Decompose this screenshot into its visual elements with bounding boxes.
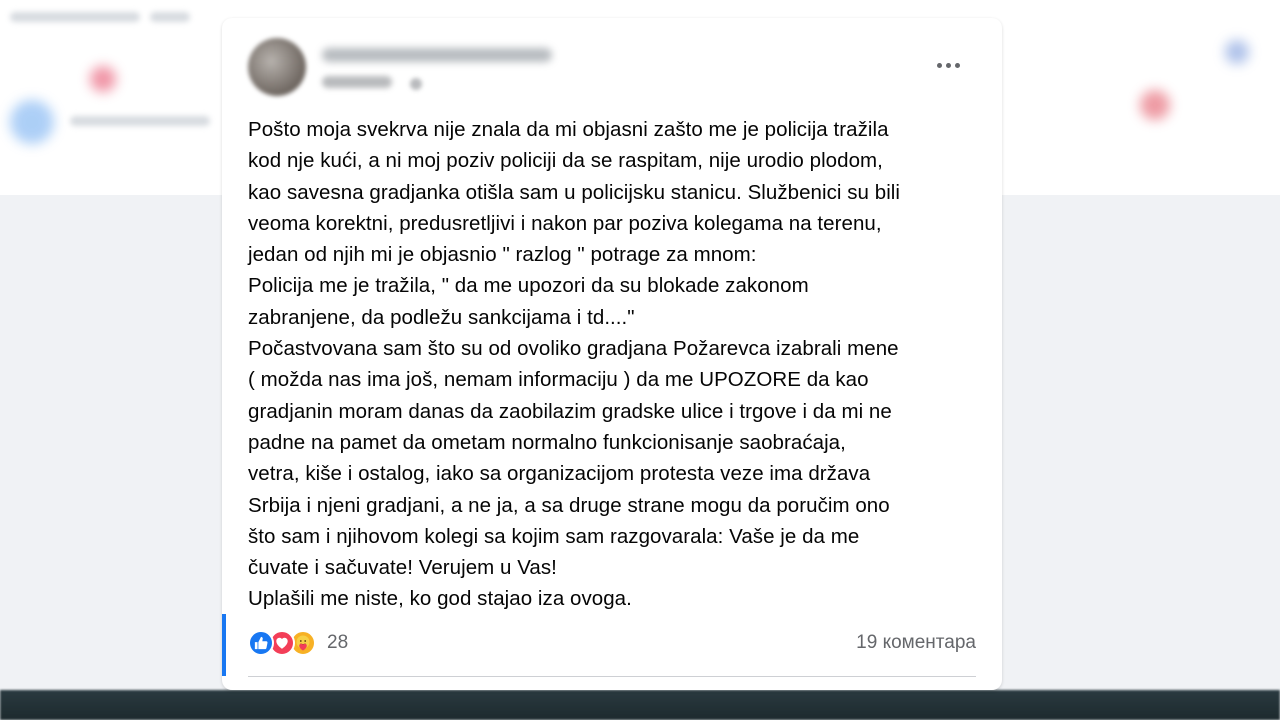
bg-tab-blur	[150, 12, 190, 22]
author-name-blurred[interactable]	[322, 48, 552, 62]
actions-divider	[248, 676, 976, 677]
more-options-icon	[954, 62, 960, 68]
bg-avatar-blur	[10, 100, 54, 144]
post-text-line: jedan od njih mi je objasnio " razlog " …	[248, 243, 757, 267]
post-text-line: Pošto moja svekrva nije znala da mi obja…	[248, 118, 889, 141]
post-text-line: Srbija i njeni gradjani, a ne ja, a sa d…	[248, 493, 890, 517]
post-card: Pošto moja svekrva nije znala da mi obja…	[222, 18, 1002, 690]
bg-text-blur	[70, 116, 210, 126]
post-text-line: kod nje kući, a ni moj poziv policiji da…	[248, 149, 883, 173]
more-options-icon	[936, 62, 942, 68]
privacy-globe-icon	[410, 78, 422, 90]
post-text-line: Počastvovana sam što su od ovoliko gradj…	[248, 337, 899, 361]
post-text-line: kao savesna gradjanka otišla sam u polic…	[248, 180, 901, 204]
post-text-line: Policija me je tražila, " da me upozori …	[248, 274, 809, 298]
post-text-line: čuvate i sačuvate! Verujem u Vas!	[248, 556, 557, 580]
reaction-count: 28	[327, 632, 349, 653]
bg-icon-blur	[1225, 40, 1249, 64]
focus-indicator	[222, 614, 226, 676]
post-text-line: zabranjene, da podležu sankcijama i td..…	[248, 305, 635, 329]
post-text-line: padne na pamet da ometam normalno funkci…	[248, 430, 846, 454]
author-avatar[interactable]	[248, 38, 306, 96]
post-text-line: Uplašili me niste, ko god stajao iza ovo…	[248, 587, 632, 611]
bg-icon-blur	[90, 66, 116, 92]
post-text-line: veoma korektni, predusretljivi i nakon p…	[248, 211, 882, 235]
post-time-blurred[interactable]	[322, 76, 392, 88]
post-body: Pošto moja svekrva nije znala da mi obja…	[248, 114, 988, 615]
post-text-line: gradjanin moram danas da zaobilazim grad…	[248, 399, 892, 423]
bg-tab-blur	[10, 12, 140, 22]
bg-icon-blur	[1140, 90, 1170, 120]
background-taskbar	[0, 690, 1280, 720]
comments-count-link[interactable]: 19 коментара	[856, 632, 976, 654]
post-text-line: ( možda nas ima još, nemam informaciju )…	[248, 368, 869, 392]
more-options-button[interactable]	[924, 50, 972, 80]
reactions-summary[interactable]: 28	[248, 628, 348, 658]
like-icon	[248, 630, 274, 656]
post-text-line: vetra, kiše i ostalog, iako sa organizac…	[248, 462, 871, 486]
post-text-line: što sam i njihovom kolegi sa kojim sam r…	[248, 524, 860, 548]
more-options-icon	[945, 62, 951, 68]
